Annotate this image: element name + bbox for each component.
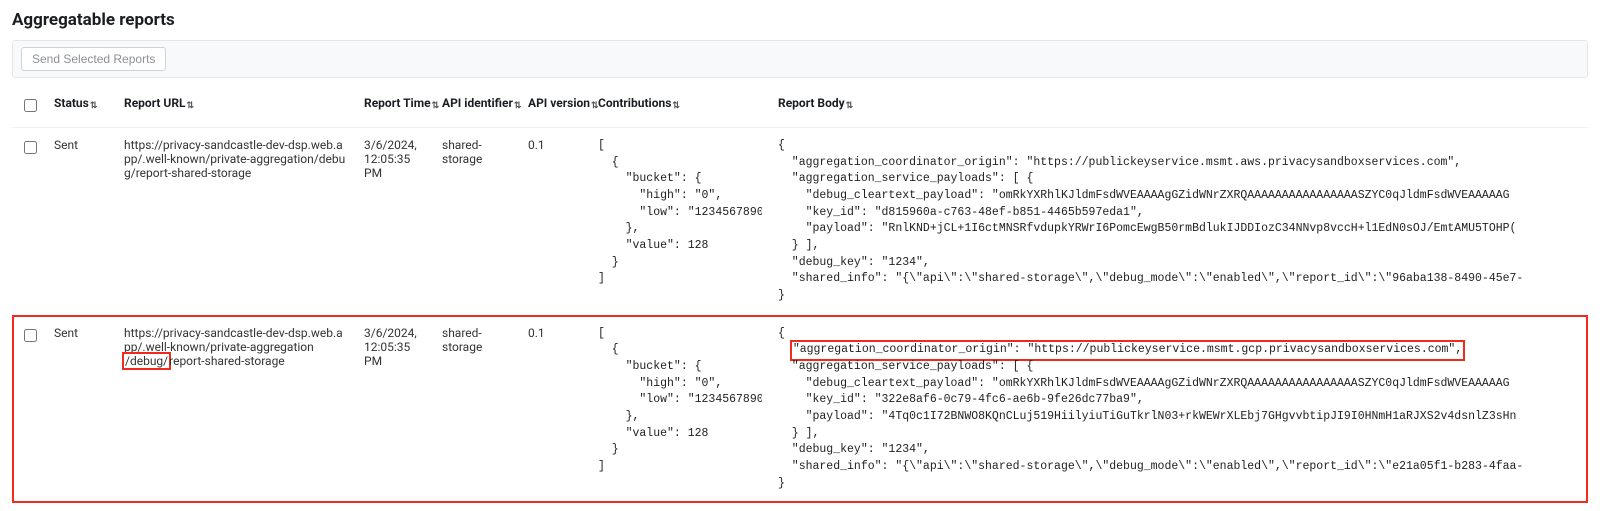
sort-icon: ⇅ <box>846 102 854 111</box>
table-row: Senthttps://privacy-sandcastle-dev-dsp.w… <box>12 315 1588 503</box>
report-body-cell: { "aggregation_coordinator_origin": "htt… <box>770 128 1588 316</box>
col-body-label: Report Body <box>778 96 845 110</box>
sort-icon: ⇅ <box>432 102 440 111</box>
api-identifier-cell: shared-storage <box>434 128 520 316</box>
select-all-checkbox[interactable] <box>24 99 37 112</box>
contributions-cell: [ { "bucket": { "high": "0", "low": "123… <box>590 315 770 503</box>
contributions-cell: [ { "bucket": { "high": "0", "low": "123… <box>590 128 770 316</box>
report-time-cell: 3/6/2024, 12:05:35 PM <box>356 315 434 503</box>
report-url-cell: https://privacy-sandcastle-dev-dsp.web.a… <box>116 128 356 316</box>
report-url-cell: https://privacy-sandcastle-dev-dsp.web.a… <box>116 315 356 503</box>
col-report-url[interactable]: Report URL⇅ <box>116 86 356 128</box>
report-body-cell: { "aggregation_coordinator_origin": "htt… <box>770 315 1588 503</box>
col-contributions[interactable]: Contributions⇅ <box>590 86 770 128</box>
report-time-cell: 3/6/2024, 12:05:35 PM <box>356 128 434 316</box>
sort-icon: ⇅ <box>187 102 195 111</box>
table-header-row: Status⇅ Report URL⇅ Report Time⇅ API ide… <box>12 86 1588 128</box>
sort-icon: ⇅ <box>672 102 680 111</box>
col-contrib-label: Contributions <box>598 96 671 110</box>
page-title: Aggregatable reports <box>12 10 1588 30</box>
row-checkbox[interactable] <box>24 329 37 342</box>
api-identifier-cell: shared-storage <box>434 315 520 503</box>
col-time-label: Report Time <box>364 96 431 110</box>
col-api-label: API identifier <box>442 96 513 110</box>
toolbar: Send Selected Reports <box>12 40 1588 78</box>
row-checkbox[interactable] <box>24 141 37 154</box>
sort-icon: ⇅ <box>514 102 522 111</box>
api-version-cell: 0.1 <box>520 128 590 316</box>
col-api-version[interactable]: API version⇅ <box>520 86 590 128</box>
body-highlight: "aggregation_coordinator_origin": "https… <box>792 342 1463 359</box>
col-report-body[interactable]: Report Body⇅ <box>770 86 1588 128</box>
col-checkbox <box>12 86 46 128</box>
status-cell: Sent <box>46 128 116 316</box>
sort-icon: ⇅ <box>591 102 599 111</box>
col-report-time[interactable]: Report Time⇅ <box>356 86 434 128</box>
url-highlight: /debug/ <box>124 354 169 368</box>
status-cell: Sent <box>46 315 116 503</box>
send-selected-button[interactable]: Send Selected Reports <box>21 47 166 71</box>
table-row: Senthttps://privacy-sandcastle-dev-dsp.w… <box>12 128 1588 316</box>
col-status[interactable]: Status⇅ <box>46 86 116 128</box>
api-version-cell: 0.1 <box>520 315 590 503</box>
sort-icon: ⇅ <box>90 102 98 111</box>
col-api-identifier[interactable]: API identifier⇅ <box>434 86 520 128</box>
reports-table: Status⇅ Report URL⇅ Report Time⇅ API ide… <box>12 86 1588 503</box>
col-url-label: Report URL <box>124 96 186 110</box>
col-ver-label: API version <box>528 96 590 110</box>
col-status-label: Status <box>54 96 89 110</box>
